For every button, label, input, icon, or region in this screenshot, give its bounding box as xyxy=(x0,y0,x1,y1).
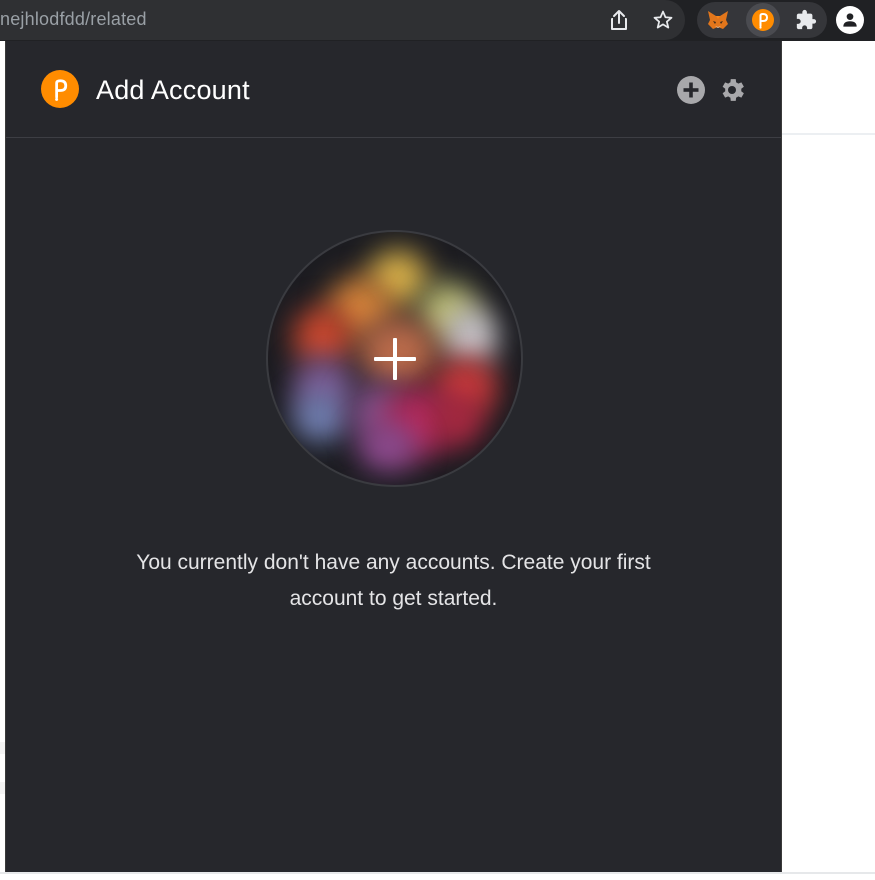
polkadot-logo-icon xyxy=(41,70,79,108)
polkadot-extension-icon[interactable] xyxy=(746,3,780,37)
empty-state-message: You currently don't have any accounts. C… xyxy=(136,551,651,610)
address-bar[interactable]: nejhlodfdd/related xyxy=(0,0,685,40)
profile-icon[interactable] xyxy=(836,6,864,34)
plus-icon xyxy=(268,232,521,485)
page-bottom-divider xyxy=(0,872,875,874)
page-divider xyxy=(782,133,875,135)
page-title: Add Account xyxy=(96,75,250,105)
extension-popup: Add Account You currently don't have any… xyxy=(5,41,782,872)
popup-header: Add Account xyxy=(6,41,781,138)
browser-toolbar: nejhlodfdd/related xyxy=(0,0,875,41)
metamask-fox-icon[interactable] xyxy=(703,5,733,35)
share-icon[interactable] xyxy=(604,5,634,35)
settings-gear-icon[interactable] xyxy=(716,74,748,106)
add-circle-icon[interactable] xyxy=(675,74,707,106)
puzzle-icon[interactable] xyxy=(791,5,821,35)
url-text: nejhlodfdd/related xyxy=(0,9,147,29)
bookmark-star-icon[interactable] xyxy=(648,5,678,35)
create-account-button[interactable] xyxy=(266,230,523,487)
